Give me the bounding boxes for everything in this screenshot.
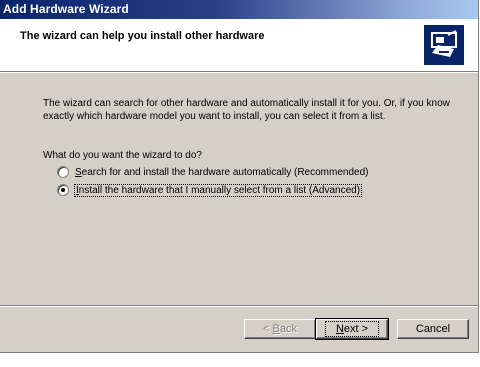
hardware-card-icon xyxy=(424,25,464,65)
back-button-label: < Back xyxy=(263,323,297,335)
description-text: The wizard can search for other hardware… xyxy=(43,98,450,122)
option-install-manually[interactable]: Install the hardware that I manually sel… xyxy=(57,183,363,197)
next-button[interactable]: Next > xyxy=(315,318,389,340)
header-title: The wizard can help you install other ha… xyxy=(20,30,265,42)
option-search-automatically-label: Search for and install the hardware auto… xyxy=(75,166,369,178)
question-label: What do you want the wizard to do? xyxy=(43,150,202,161)
next-button-label: Next > xyxy=(324,321,380,337)
window-title: Add Hardware Wizard xyxy=(3,2,129,16)
wizard-header: The wizard can help you install other ha… xyxy=(0,19,478,71)
cancel-button-label: Cancel xyxy=(415,323,451,335)
add-hardware-wizard-window: Add Hardware Wizard The wizard can help … xyxy=(0,0,479,353)
header-separator xyxy=(0,71,478,73)
option-install-manually-label: Install the hardware that I manually sel… xyxy=(73,183,363,197)
option-search-automatically[interactable]: Search for and install the hardware auto… xyxy=(57,165,368,179)
footer-separator xyxy=(0,305,478,307)
radio-install-manually[interactable] xyxy=(57,184,69,196)
cancel-button[interactable]: Cancel xyxy=(397,319,469,339)
title-bar[interactable]: Add Hardware Wizard xyxy=(0,0,478,19)
radio-search-automatically[interactable] xyxy=(57,166,69,178)
back-button[interactable]: < Back xyxy=(244,319,316,339)
